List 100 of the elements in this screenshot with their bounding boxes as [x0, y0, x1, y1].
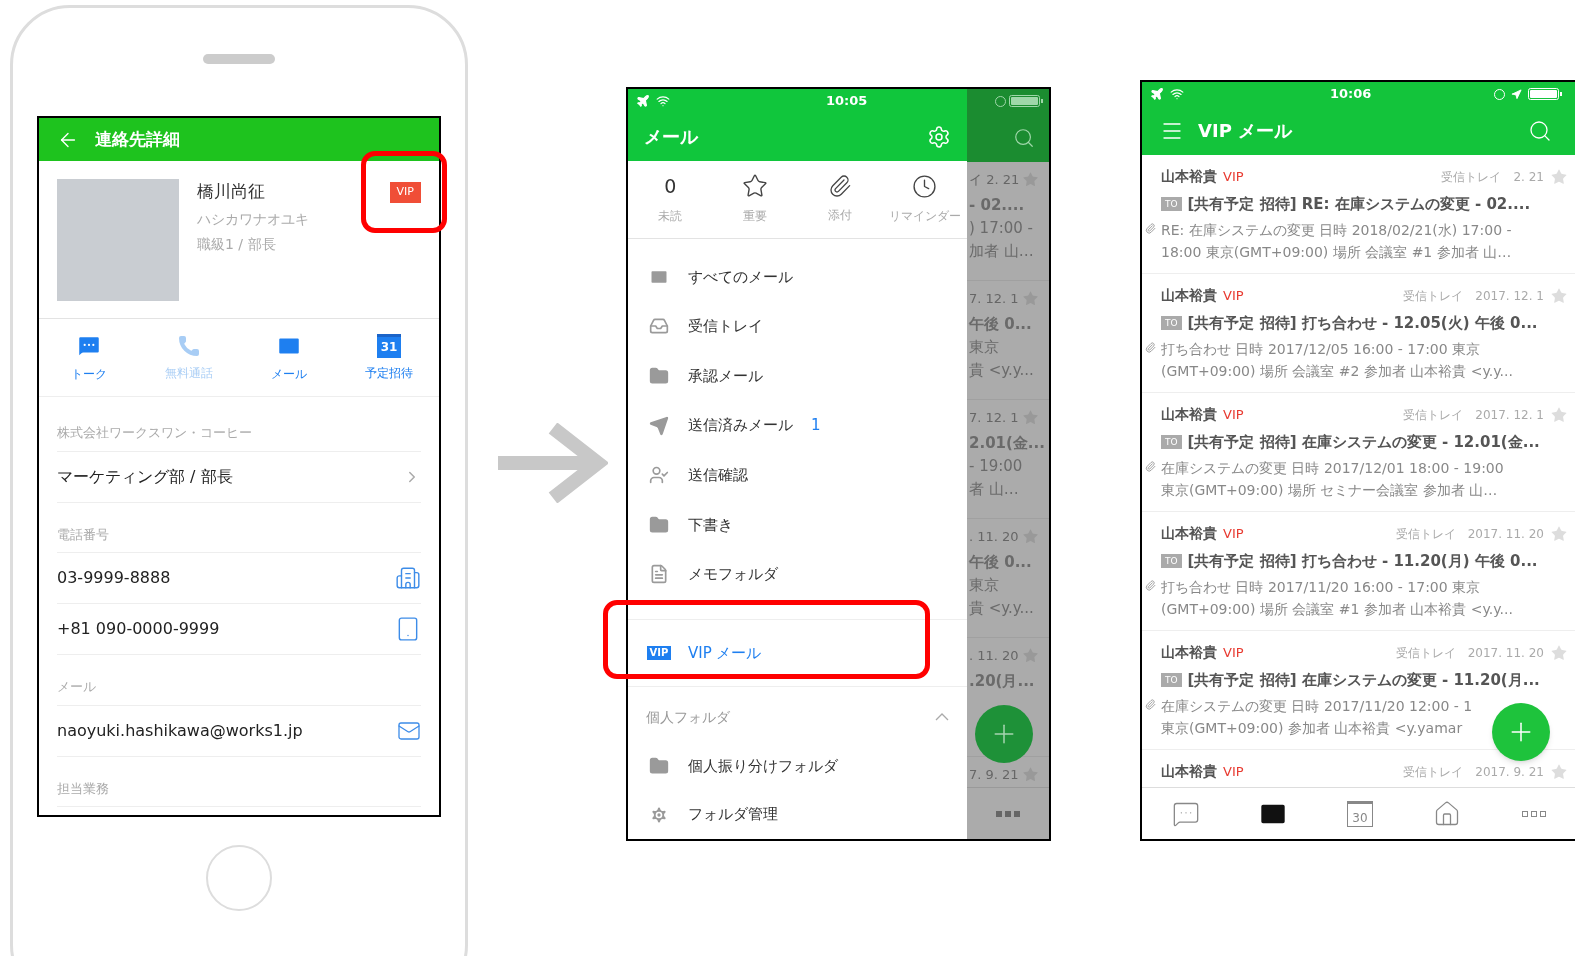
mail-item[interactable]: 山本裕貴 VIP 受信トレイ 2017. 12. 1 TO [共有予定 招待] 打ち合わせ - 12.05(火) 午後 0... 打ち合わせ 日時 2017/12/05 16:00 - 17:00 東京 (GMT+09:00) 場所 会議室 #2 参加者 山本裕貴 <y.y...: [1142, 274, 1575, 393]
folder-item[interactable]: 承認メール: [628, 351, 967, 401]
contact-detail-row[interactable]: naoyuki.hashikawa@works1.jp: [57, 705, 421, 757]
contact-action[interactable]: トーク: [39, 332, 139, 383]
vip-tag: VIP: [1223, 761, 1244, 782]
vip-icon: VIP: [646, 645, 672, 660]
star-icon[interactable]: [1550, 762, 1568, 781]
mail-folder: 受信トレイ: [1395, 644, 1456, 662]
settings-icon[interactable]: [927, 124, 951, 149]
star-icon[interactable]: [1550, 643, 1568, 662]
more-icon: [996, 809, 1020, 818]
building-icon: [395, 565, 421, 591]
mail-date: 7. 12. 1: [969, 409, 1019, 427]
chevron-up-icon: [935, 713, 949, 722]
mail-sender: 山本裕貴: [1161, 762, 1217, 781]
mail-date: 2017. 12. 1: [1475, 406, 1544, 424]
contact-detail-row[interactable]: 03-9999-8888: [57, 553, 421, 604]
mail-item[interactable]: 山本裕貴 VIP 受信トレイ 2. 21 TO [共有予定 招待] RE: 在庫システムの変更 - 02.... RE: 在庫システムの変更 日時 2018/02/21(水) 17:00 - 18:00 東京(GMT+09:00) 場所 会議室 #1 参加者 山…: [1142, 155, 1575, 274]
airplane-icon: [1150, 87, 1164, 101]
mail-subject: [共有予定 招待] 在庫システムの変更 - 12.01(金...: [1187, 432, 1540, 453]
vip-tag: VIP: [1223, 166, 1244, 187]
mail-folder: 受信トレイ: [1403, 287, 1464, 305]
star-icon[interactable]: [1550, 286, 1568, 305]
paper-plane-icon: [649, 415, 669, 436]
star-icon[interactable]: [1550, 167, 1568, 186]
to-badge: TO: [1161, 435, 1182, 450]
mail-date: 2017. 11. 20: [1467, 644, 1544, 662]
phone-icon: [177, 333, 201, 358]
contact-action[interactable]: メール: [239, 332, 339, 383]
star-icon: [742, 173, 769, 200]
wifi-icon: [656, 93, 670, 108]
calendar-icon: 30: [1347, 800, 1373, 827]
contact-detail-row[interactable]: +81 090-0000-9999: [57, 604, 421, 655]
mail-date: 2017. 9. 21: [1475, 763, 1544, 781]
mail-subject: [共有予定 招待] 打ち合わせ - 12.05(火) 午後 0...: [1187, 313, 1538, 334]
status-time: 10:05: [826, 92, 868, 110]
mail-preview: 東京: [969, 336, 1000, 358]
mail-subject: .20(月...: [969, 670, 1036, 692]
folder-item[interactable]: 下書き: [628, 499, 967, 550]
mail-date: . 11. 20: [969, 647, 1019, 665]
wifi-icon: [1170, 87, 1184, 101]
to-badge: TO: [1161, 316, 1182, 331]
mail-preview: 東京(GMT+09:00) 参加者 山本裕貴 <y.yamar: [1161, 718, 1464, 738]
mail-preview: 貴 <y.y...: [969, 359, 1035, 381]
screen-title: VIP メール: [1198, 119, 1293, 143]
tab-bar-item[interactable]: 30: [1316, 800, 1404, 827]
mail-sender: 山本裕貴: [1161, 524, 1217, 543]
contact-detail-row[interactable]: マーケティング部 / 部長: [57, 451, 421, 503]
folder-item[interactable]: 送信確認: [628, 450, 967, 500]
mail-subject: [共有予定 招待] RE: 在庫システムの変更 - 02....: [1187, 194, 1531, 215]
search-icon: [1013, 126, 1035, 149]
folder-icon: [649, 756, 669, 777]
unread-count: 0: [664, 174, 677, 200]
mail-folder: 受信トレイ: [1395, 525, 1456, 543]
mail-preview: 打ち合わせ 日時 2017/11/20 16:00 - 17:00 東京: [1161, 577, 1482, 597]
mail-date: 2017. 12. 1: [1475, 287, 1544, 305]
folder-item[interactable]: すべてのメール: [628, 252, 967, 302]
mail-preview: 在庫システムの変更 日時 2017/11/20 12:00 - 1: [1161, 696, 1473, 716]
mail-item[interactable]: 山本裕貴 VIP 受信トレイ 2017. 12. 1 TO [共有予定 招待] 在庫システムの変更 - 12.01(金... 在庫システムの変更 日時 2017/12/01 18:00 - 19:00 東京(GMT+09:00) 場所 セミナー会議室 参加者 山…: [1142, 393, 1575, 512]
contact-action[interactable]: 31 予定招待: [339, 333, 439, 382]
folder-settings-item[interactable]: フォルダ管理: [628, 790, 967, 839]
mail-preview: ) 17:00 -: [969, 217, 1035, 239]
location-arrow-icon: [1511, 88, 1522, 100]
mail-item[interactable]: 山本裕貴 VIP 受信トレイ 2017. 11. 20 TO [共有予定 招待] 打ち合わせ - 11.20(月) 午後 0... 打ち合わせ 日時 2017/11/20 16:00 - 17:00 東京 (GMT+09:00) 場所 会議室 #1 参加者 山本裕貴 <y.y...: [1142, 512, 1575, 631]
compose-fab[interactable]: [1492, 703, 1550, 761]
mail-sender: 山本裕貴: [1161, 167, 1217, 186]
folder-item[interactable]: 送信済みメール 1: [628, 400, 967, 451]
mail-preview: - 19:00: [969, 455, 1024, 477]
star-icon[interactable]: [1550, 405, 1568, 424]
folder-item[interactable]: 受信トレイ: [628, 301, 967, 352]
more-icon: [1522, 809, 1547, 818]
quick-filter[interactable]: 0 未読: [628, 173, 713, 226]
folder-item[interactable]: VIP VIP メール: [628, 628, 967, 678]
mail-preview: (GMT+09:00) 場所 会議室 #1 参加者 山本裕貴 <y.y...: [1161, 599, 1513, 619]
mail-folder: 受信トレイ: [1403, 406, 1464, 424]
contact-kana: ハシカワナオユキ: [197, 209, 310, 229]
folder-item[interactable]: メモフォルダ: [628, 549, 967, 600]
mail-subject: [共有予定 招待] 打ち合わせ - 11.20(月) 午後 0...: [1187, 551, 1538, 572]
to-badge: TO: [1161, 673, 1182, 688]
mail-subject: 午後 0...: [969, 313, 1033, 335]
mail-subject: 2.01(金...: [969, 432, 1046, 454]
mail-subject: 午後 0...: [969, 551, 1033, 573]
vip-tag: VIP: [1223, 285, 1244, 306]
mail-folder: 受信トレイ: [1441, 168, 1502, 186]
star-icon[interactable]: [1550, 524, 1568, 543]
folder-item[interactable]: 個人振り分けフォルダ: [628, 741, 967, 791]
mail-preview: (GMT+09:00) 場所 会議室 #2 参加者 山本裕貴 <y.y...: [1161, 361, 1513, 381]
mail-date: 7. 12. 1: [969, 290, 1019, 308]
right-arrow-icon: [498, 423, 608, 503]
search-icon[interactable]: [1528, 118, 1552, 143]
vip-badge: VIP: [389, 182, 421, 203]
speaker-slot: [203, 54, 275, 64]
inbox-tray-icon: [649, 316, 669, 337]
mail-preview: 貴 <y.y...: [969, 597, 1035, 619]
mail-date: . 11. 20: [969, 528, 1019, 546]
paperclip-icon: [827, 174, 852, 199]
mail-preview: 在庫システムの変更 日時 2017/12/01 18:00 - 19:00: [1161, 458, 1504, 478]
calendar-icon: 31: [377, 333, 401, 358]
mail-date: イ 2. 21: [969, 171, 1020, 189]
user-check-icon: [649, 465, 669, 486]
